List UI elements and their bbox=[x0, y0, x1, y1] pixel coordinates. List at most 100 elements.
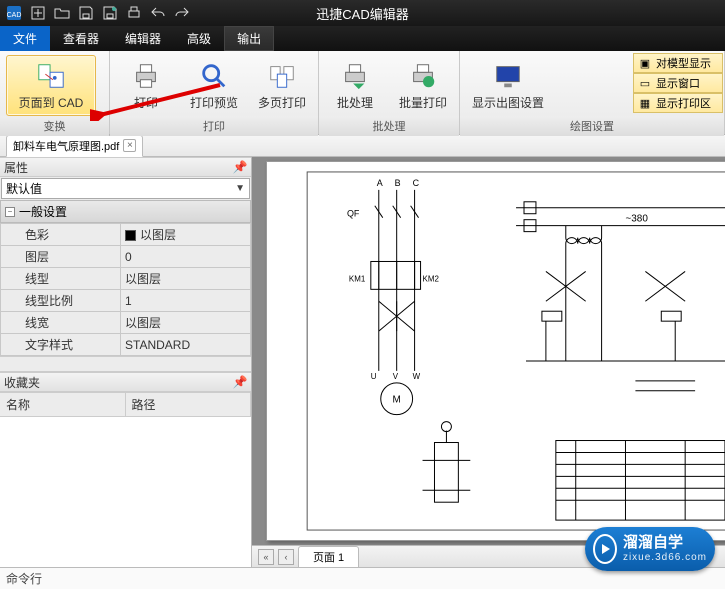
fav-col-name[interactable]: 名称 bbox=[0, 393, 126, 416]
page-prev-icon[interactable]: ‹ bbox=[278, 549, 294, 565]
property-row[interactable]: 线型比例1 bbox=[1, 290, 251, 312]
property-key: 线型比例 bbox=[1, 290, 121, 312]
pin-icon[interactable]: 📌 bbox=[233, 375, 247, 389]
workspace: 属性 📌 默认值 ▼ − 一般设置 色彩以图层图层0线型以图层线型比例1线宽以图… bbox=[0, 157, 725, 567]
batch-button[interactable]: 批处理 bbox=[325, 55, 385, 116]
show-model-option[interactable]: ▣对模型显示 bbox=[633, 53, 723, 73]
group-print-label: 打印 bbox=[110, 116, 318, 136]
ribbon-group-batch: 批处理 批量打印 批处理 bbox=[319, 51, 460, 134]
batch-print-button[interactable]: 批量打印 bbox=[393, 55, 453, 116]
property-row[interactable]: 图层0 bbox=[1, 246, 251, 268]
svg-text:CAD: CAD bbox=[7, 12, 22, 19]
open-icon[interactable] bbox=[52, 3, 72, 23]
group-draw-label: 绘图设置 bbox=[460, 116, 724, 136]
show-window-option[interactable]: ▭显示窗口 bbox=[633, 73, 723, 93]
ribbon-group-convert: 页面到 CAD 变换 bbox=[0, 51, 110, 134]
save-icon[interactable] bbox=[76, 3, 96, 23]
document-tab[interactable]: 卸料车电气原理图.pdf × bbox=[6, 135, 143, 157]
property-value[interactable]: 以图层 bbox=[121, 224, 251, 246]
saveas-icon[interactable] bbox=[100, 3, 120, 23]
quick-access-toolbar: CAD bbox=[0, 3, 196, 23]
watermark-badge: 溜溜自学 zixue.3d66.com bbox=[585, 527, 715, 571]
drawing-page[interactable]: ABC QF KM1KM2 UVW M bbox=[266, 161, 725, 541]
badge-subtitle: zixue.3d66.com bbox=[623, 552, 707, 563]
show-printzone-option[interactable]: ▦显示打印区 bbox=[633, 93, 723, 113]
svg-text:QF: QF bbox=[347, 209, 360, 219]
properties-combo[interactable]: 默认值 ▼ bbox=[1, 178, 250, 199]
ribbon-side-options: ▣对模型显示 ▭显示窗口 ▦显示打印区 bbox=[633, 53, 723, 113]
properties-grid: 色彩以图层图层0线型以图层线型比例1线宽以图层文字样式STANDARD bbox=[0, 223, 251, 356]
property-key: 线型 bbox=[1, 268, 121, 290]
property-row[interactable]: 线宽以图层 bbox=[1, 312, 251, 334]
print-icon[interactable] bbox=[124, 3, 144, 23]
favorites-header: 收藏夹 📌 bbox=[0, 372, 251, 392]
plot-settings-button[interactable]: 显示出图设置 bbox=[466, 55, 550, 116]
canvas-area: ABC QF KM1KM2 UVW M bbox=[252, 157, 725, 567]
property-value[interactable]: STANDARD bbox=[121, 334, 251, 356]
favorites-panel: 名称 路径 bbox=[0, 392, 251, 567]
svg-text:B: B bbox=[395, 178, 401, 188]
batch-icon bbox=[339, 60, 371, 92]
property-row[interactable]: 线型以图层 bbox=[1, 268, 251, 290]
app-icon[interactable]: CAD bbox=[4, 3, 24, 23]
group-convert-label: 变换 bbox=[0, 116, 109, 136]
ribbon: 页面到 CAD 变换 打印 打印预览 多页打印 打印 批处理 bbox=[0, 51, 725, 135]
property-value[interactable]: 0 bbox=[121, 246, 251, 268]
play-icon bbox=[593, 534, 617, 564]
svg-text:V: V bbox=[393, 372, 399, 381]
zone-icon: ▦ bbox=[638, 96, 652, 110]
menu-viewer[interactable]: 查看器 bbox=[50, 26, 112, 51]
svg-text:~380: ~380 bbox=[625, 214, 648, 225]
badge-title: 溜溜自学 bbox=[623, 535, 707, 552]
window-icon: ▭ bbox=[638, 76, 652, 90]
favorites-body bbox=[0, 417, 251, 567]
app-title: 迅捷CAD编辑器 bbox=[316, 4, 408, 23]
menu-bar: 文件 查看器 编辑器 高级 输出 bbox=[0, 26, 725, 51]
ribbon-group-print: 打印 打印预览 多页打印 打印 bbox=[110, 51, 319, 134]
property-value[interactable]: 1 bbox=[121, 290, 251, 312]
general-settings-header[interactable]: − 一般设置 bbox=[0, 200, 251, 223]
batch-print-icon bbox=[407, 60, 439, 92]
page-to-cad-button[interactable]: 页面到 CAD bbox=[6, 55, 96, 116]
undo-icon[interactable] bbox=[148, 3, 168, 23]
property-value[interactable]: 以图层 bbox=[121, 268, 251, 290]
menu-advanced[interactable]: 高级 bbox=[174, 26, 224, 51]
new-icon[interactable] bbox=[28, 3, 48, 23]
property-row[interactable]: 色彩以图层 bbox=[1, 224, 251, 246]
svg-text:KM1: KM1 bbox=[349, 274, 366, 283]
left-pane: 属性 📌 默认值 ▼ − 一般设置 色彩以图层图层0线型以图层线型比例1线宽以图… bbox=[0, 157, 252, 567]
multi-print-button[interactable]: 多页打印 bbox=[252, 55, 312, 116]
page-tab[interactable]: 页面 1 bbox=[298, 546, 359, 567]
property-key: 图层 bbox=[1, 246, 121, 268]
monitor-icon bbox=[492, 60, 524, 92]
page-to-cad-icon bbox=[35, 60, 67, 92]
cube-icon: ▣ bbox=[638, 56, 652, 70]
menu-output[interactable]: 输出 bbox=[224, 26, 274, 51]
schematic-drawing: ABC QF KM1KM2 UVW M bbox=[267, 162, 725, 540]
property-key: 线宽 bbox=[1, 312, 121, 334]
print-button[interactable]: 打印 bbox=[116, 55, 176, 116]
svg-text:W: W bbox=[413, 372, 421, 381]
magnifier-icon bbox=[198, 60, 230, 92]
property-row[interactable]: 文字样式STANDARD bbox=[1, 334, 251, 356]
property-key: 色彩 bbox=[1, 224, 121, 246]
properties-header: 属性 📌 bbox=[0, 157, 251, 177]
property-value[interactable]: 以图层 bbox=[121, 312, 251, 334]
print-preview-button[interactable]: 打印预览 bbox=[184, 55, 244, 116]
property-key: 文字样式 bbox=[1, 334, 121, 356]
page-to-cad-label: 页面到 CAD bbox=[19, 94, 84, 111]
pin-icon[interactable]: 📌 bbox=[233, 160, 247, 174]
title-bar: CAD 迅捷CAD编辑器 bbox=[0, 0, 725, 26]
menu-file[interactable]: 文件 bbox=[0, 26, 50, 51]
document-tab-label: 卸料车电气原理图.pdf bbox=[13, 138, 119, 154]
page-first-icon[interactable]: « bbox=[258, 549, 274, 565]
close-tab-icon[interactable]: × bbox=[123, 139, 136, 152]
redo-icon[interactable] bbox=[172, 3, 192, 23]
menu-editor[interactable]: 编辑器 bbox=[112, 26, 174, 51]
group-batch-label: 批处理 bbox=[319, 116, 459, 136]
canvas-viewport[interactable]: ABC QF KM1KM2 UVW M bbox=[252, 157, 725, 545]
fav-col-path[interactable]: 路径 bbox=[126, 393, 252, 416]
color-swatch bbox=[125, 230, 136, 241]
svg-text:C: C bbox=[413, 178, 420, 188]
collapse-icon[interactable]: − bbox=[5, 207, 15, 217]
